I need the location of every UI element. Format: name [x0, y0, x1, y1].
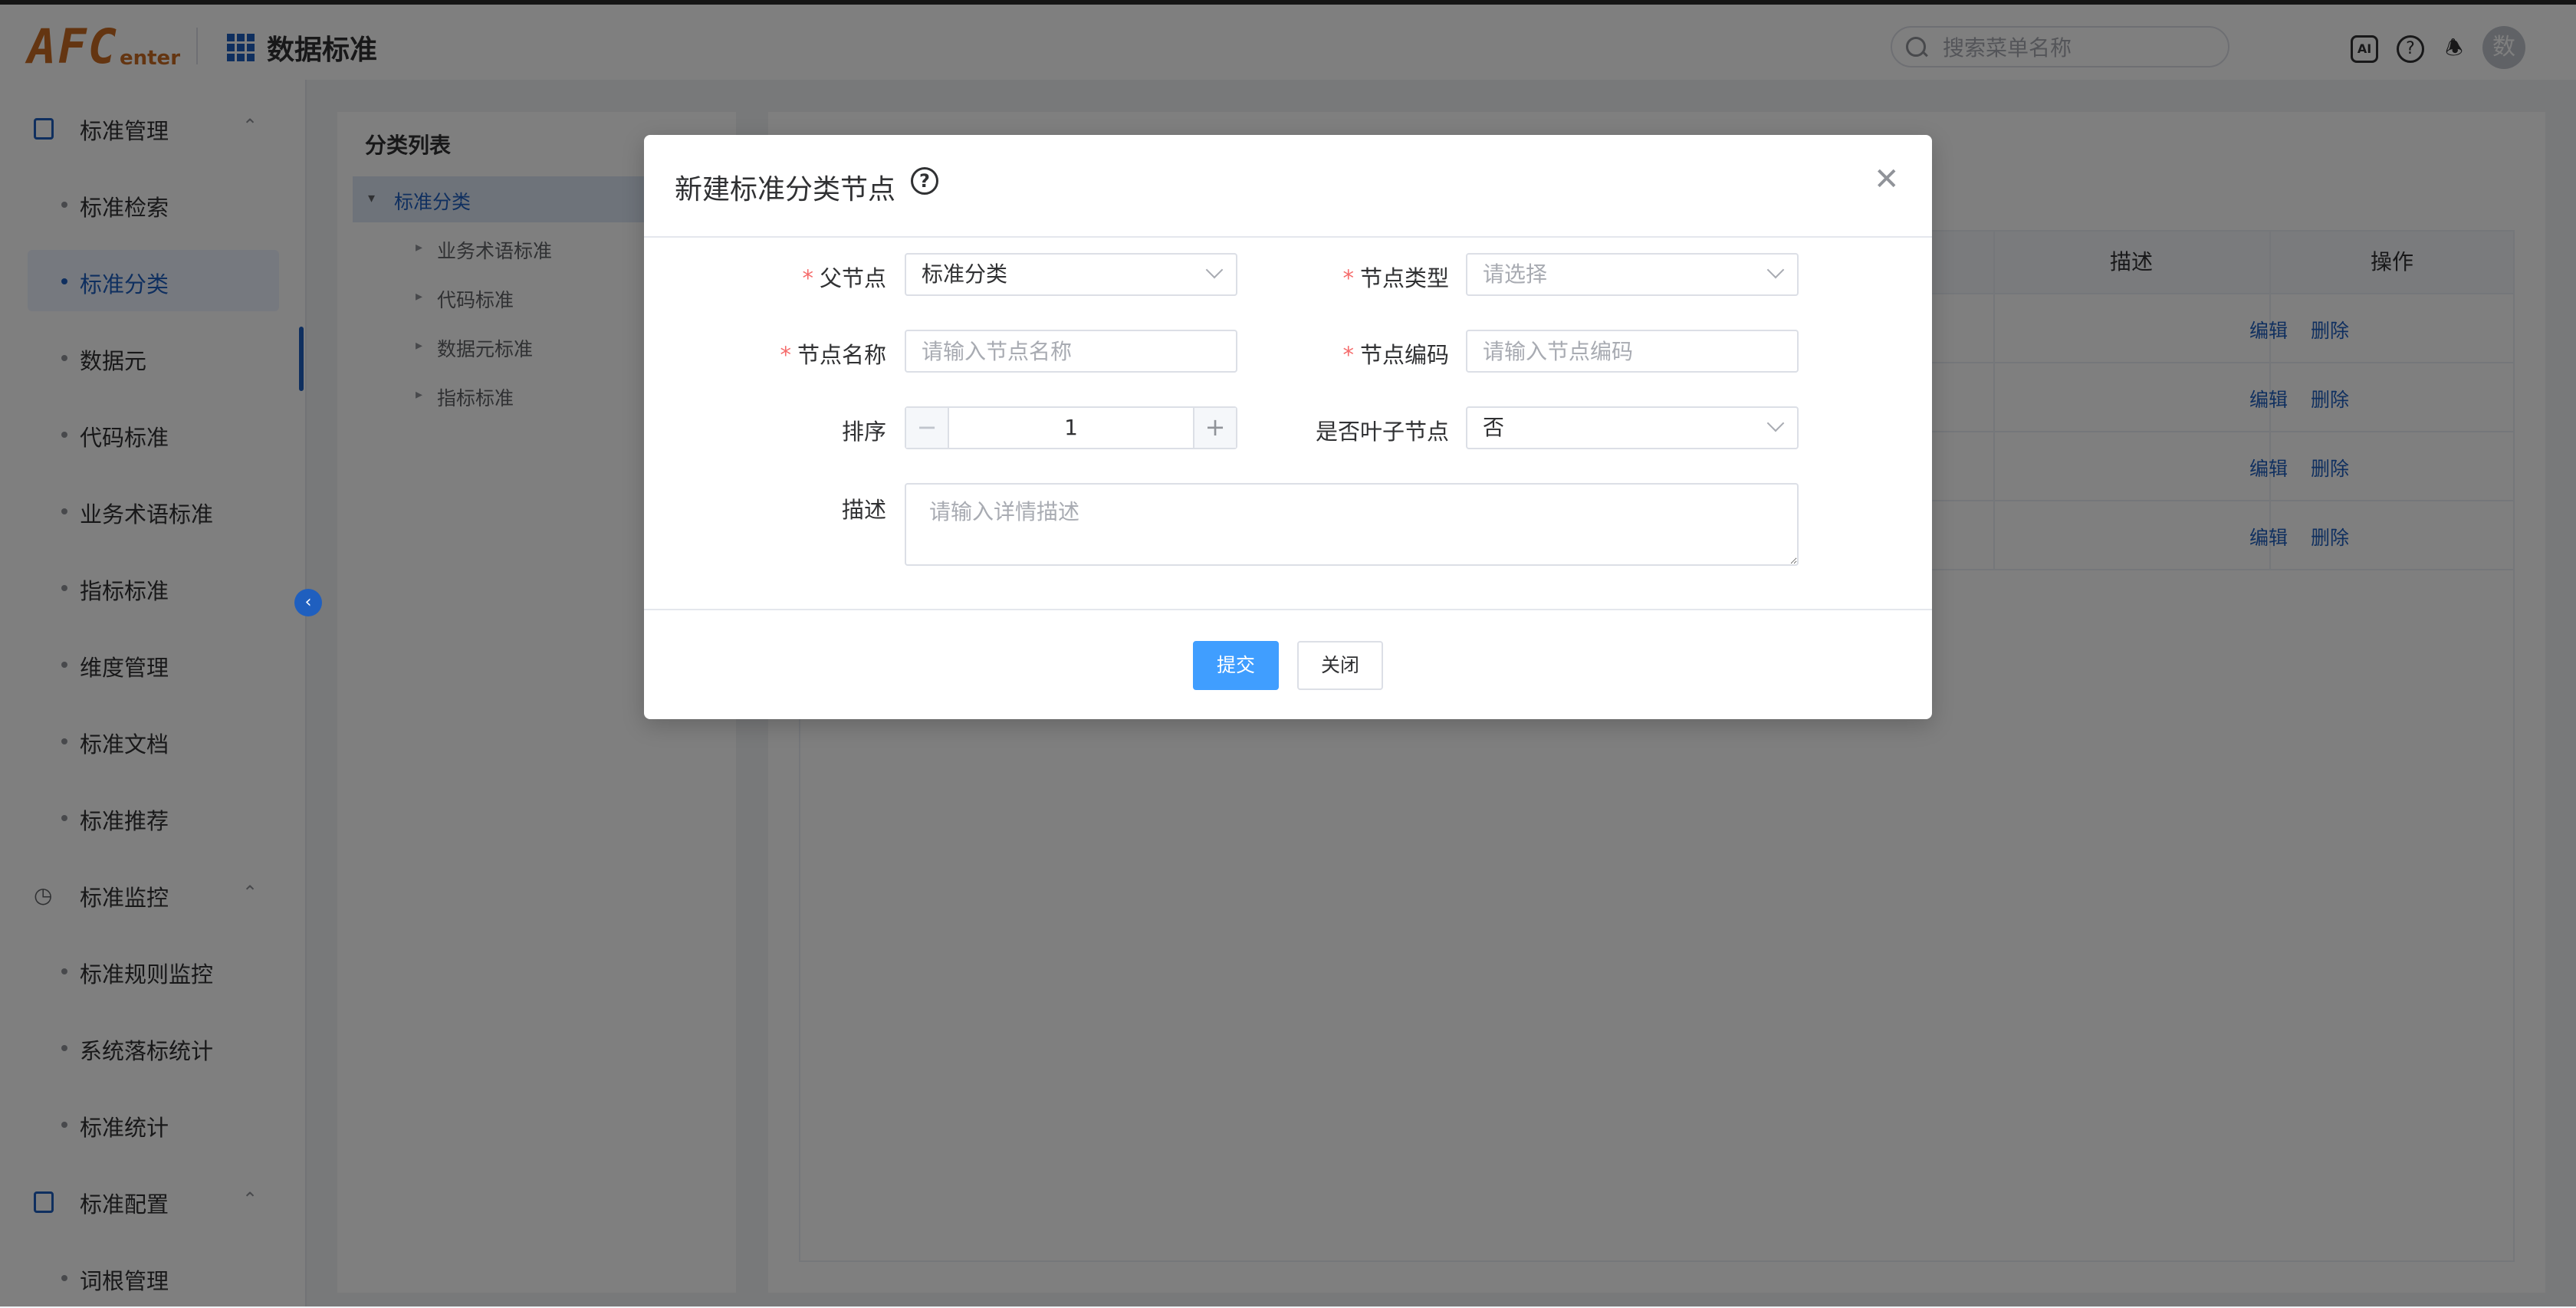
- node-type-select[interactable]: 请选择: [1466, 253, 1799, 296]
- node-code-label-text: 节点编码: [1359, 342, 1449, 368]
- sort-label: 排序: [841, 419, 886, 445]
- is-leaf-label: 是否叶子节点: [1315, 419, 1449, 445]
- parent-node-select[interactable]: 标准分类: [905, 253, 1237, 296]
- is-leaf-value: 否: [1483, 415, 1505, 440]
- dialog-title: 新建标准分类节点: [675, 174, 896, 205]
- node-type-placeholder: 请选择: [1483, 261, 1548, 287]
- required-mark: *: [802, 265, 813, 291]
- dialog-footer-divider: [644, 609, 1932, 610]
- collapse-sidebar-icon[interactable]: ‹: [294, 589, 322, 616]
- node-code-input[interactable]: [1466, 330, 1799, 373]
- description-label: 描述: [841, 497, 886, 523]
- required-mark: *: [1342, 265, 1354, 291]
- chevron-down-icon: [1205, 261, 1224, 279]
- sort-value[interactable]: 1: [949, 408, 1193, 448]
- parent-node-label-text: 父节点: [819, 265, 886, 291]
- chevron-down-icon: [1766, 261, 1785, 279]
- submit-button[interactable]: 提交: [1193, 641, 1279, 690]
- node-type-label: * 节点类型: [1342, 261, 1449, 293]
- increment-button[interactable]: +: [1193, 408, 1236, 448]
- new-category-node-dialog: 新建标准分类节点 ? ✕ *父节点 标准分类 *节点类型 请选择 *节点名称 *…: [644, 135, 1932, 719]
- close-button[interactable]: 关闭: [1297, 641, 1383, 690]
- description-textarea[interactable]: [905, 483, 1799, 566]
- node-name-label-text: 节点名称: [797, 342, 886, 368]
- node-name-input[interactable]: [905, 330, 1237, 373]
- close-icon[interactable]: ✕: [1874, 164, 1900, 195]
- required-mark: *: [1342, 342, 1354, 368]
- decrement-button[interactable]: −: [906, 408, 949, 448]
- dialog-header-divider: [644, 236, 1932, 238]
- chevron-down-icon: [1766, 414, 1785, 432]
- is-leaf-select[interactable]: 否: [1466, 406, 1799, 449]
- node-name-label: * 节点名称: [780, 337, 886, 370]
- parent-node-value: 标准分类: [922, 261, 1008, 287]
- help-circle-icon[interactable]: ?: [911, 167, 938, 195]
- node-code-label: * 节点编码: [1342, 337, 1449, 370]
- parent-node-label: * 父节点: [802, 261, 886, 293]
- required-mark: *: [780, 342, 791, 368]
- sort-stepper: − 1 +: [905, 406, 1237, 449]
- node-type-label-text: 节点类型: [1359, 265, 1449, 291]
